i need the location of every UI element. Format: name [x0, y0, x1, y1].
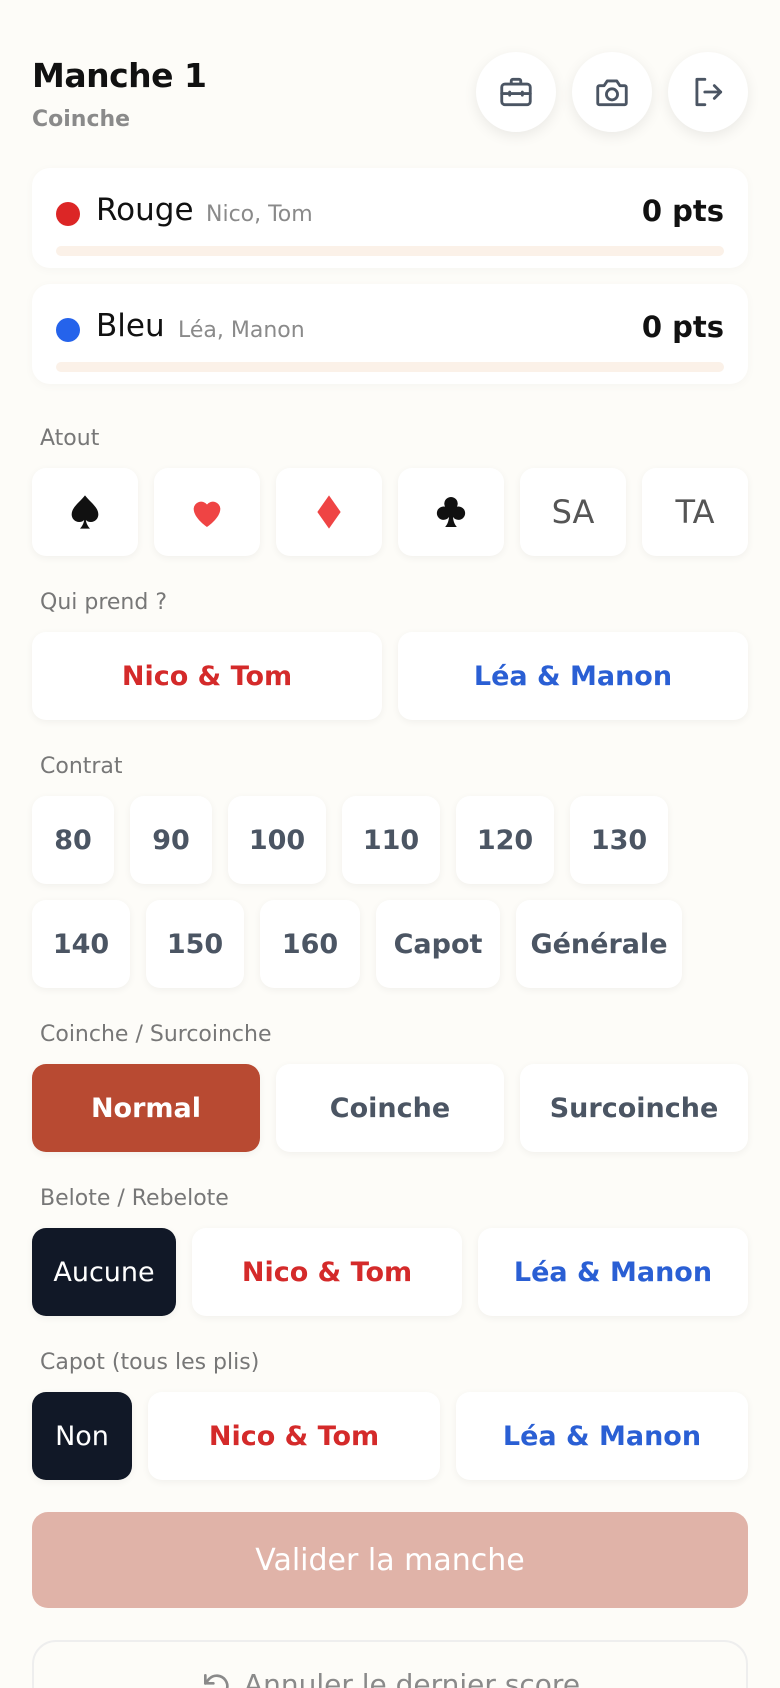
game-type-subtitle: Coinche [32, 107, 131, 132]
contract-generale-button[interactable]: Générale [516, 900, 682, 988]
capot-no-button[interactable]: Non [32, 1392, 132, 1480]
team-color-dot [56, 318, 80, 342]
team-points: 0 pts [641, 194, 724, 228]
atout-diamond-button[interactable] [276, 468, 382, 556]
atout-club-button[interactable] [398, 468, 504, 556]
undo-last-score-button[interactable]: Annuler le dernier score [32, 1640, 748, 1688]
contract-130-button[interactable]: 130 [570, 796, 668, 884]
contract-80-button[interactable]: 80 [32, 796, 114, 884]
capot-label: Capot (tous les plis) [40, 1350, 260, 1375]
capot-red-team-button[interactable]: Nico & Tom [148, 1392, 440, 1480]
team-progress-bar [56, 362, 724, 372]
header: Manche 1 Coinche [32, 56, 207, 132]
belote-label: Belote / Rebelote [40, 1186, 229, 1211]
toolbox-button[interactable] [476, 52, 556, 132]
belote-none-button[interactable]: Aucune [32, 1228, 176, 1316]
coinche-normal-button[interactable]: Normal [32, 1064, 260, 1152]
contract-160-button[interactable]: 160 [260, 900, 360, 988]
contract-100-button[interactable]: 100 [228, 796, 326, 884]
toolbox-icon [500, 77, 532, 107]
validate-round-button[interactable]: Valider la manche [32, 1512, 748, 1608]
team-players: Nico, Tom [206, 202, 313, 227]
team-card-bleu: Bleu Léa, Manon 0 pts [32, 284, 748, 384]
exit-icon [695, 77, 723, 107]
taker-red-team-button[interactable]: Nico & Tom [32, 632, 382, 720]
atout-spade-button[interactable] [32, 468, 138, 556]
undo-label: Annuler le dernier score [243, 1668, 581, 1688]
coinche-surcoinche-button[interactable]: Surcoinche [520, 1064, 748, 1152]
contract-capot-button[interactable]: Capot [376, 900, 500, 988]
contract-120-button[interactable]: 120 [456, 796, 554, 884]
spade-icon [71, 495, 99, 529]
team-players: Léa, Manon [178, 318, 305, 343]
team-name: Bleu [96, 308, 165, 344]
coinche-label: Coinche / Surcoinche [40, 1022, 272, 1047]
atout-label: Atout [40, 426, 100, 451]
team-color-dot [56, 202, 80, 226]
camera-icon [596, 79, 628, 107]
contract-150-button[interactable]: 150 [146, 900, 244, 988]
contract-90-button[interactable]: 90 [130, 796, 212, 884]
contrat-label: Contrat [40, 754, 123, 779]
diamond-icon [317, 495, 341, 529]
exit-button[interactable] [668, 52, 748, 132]
atout-sa-button[interactable]: SA [520, 468, 626, 556]
atout-heart-button[interactable] [154, 468, 260, 556]
team-card-rouge: Rouge Nico, Tom 0 pts [32, 168, 748, 268]
club-icon [436, 496, 466, 527]
belote-red-team-button[interactable]: Nico & Tom [192, 1228, 462, 1316]
heart-icon [193, 501, 221, 527]
team-name: Rouge [96, 192, 194, 228]
qui-prend-label: Qui prend ? [40, 590, 168, 615]
coinche-coinche-button[interactable]: Coinche [276, 1064, 504, 1152]
belote-blue-team-button[interactable]: Léa & Manon [478, 1228, 748, 1316]
camera-button[interactable] [572, 52, 652, 132]
team-points: 0 pts [641, 310, 724, 344]
contract-140-button[interactable]: 140 [32, 900, 130, 988]
capot-blue-team-button[interactable]: Léa & Manon [456, 1392, 748, 1480]
page-title: Manche 1 [32, 56, 207, 95]
taker-blue-team-button[interactable]: Léa & Manon [398, 632, 748, 720]
team-progress-bar [56, 246, 724, 256]
undo-icon [203, 1674, 229, 1688]
contract-110-button[interactable]: 110 [342, 796, 440, 884]
atout-ta-button[interactable]: TA [642, 468, 748, 556]
